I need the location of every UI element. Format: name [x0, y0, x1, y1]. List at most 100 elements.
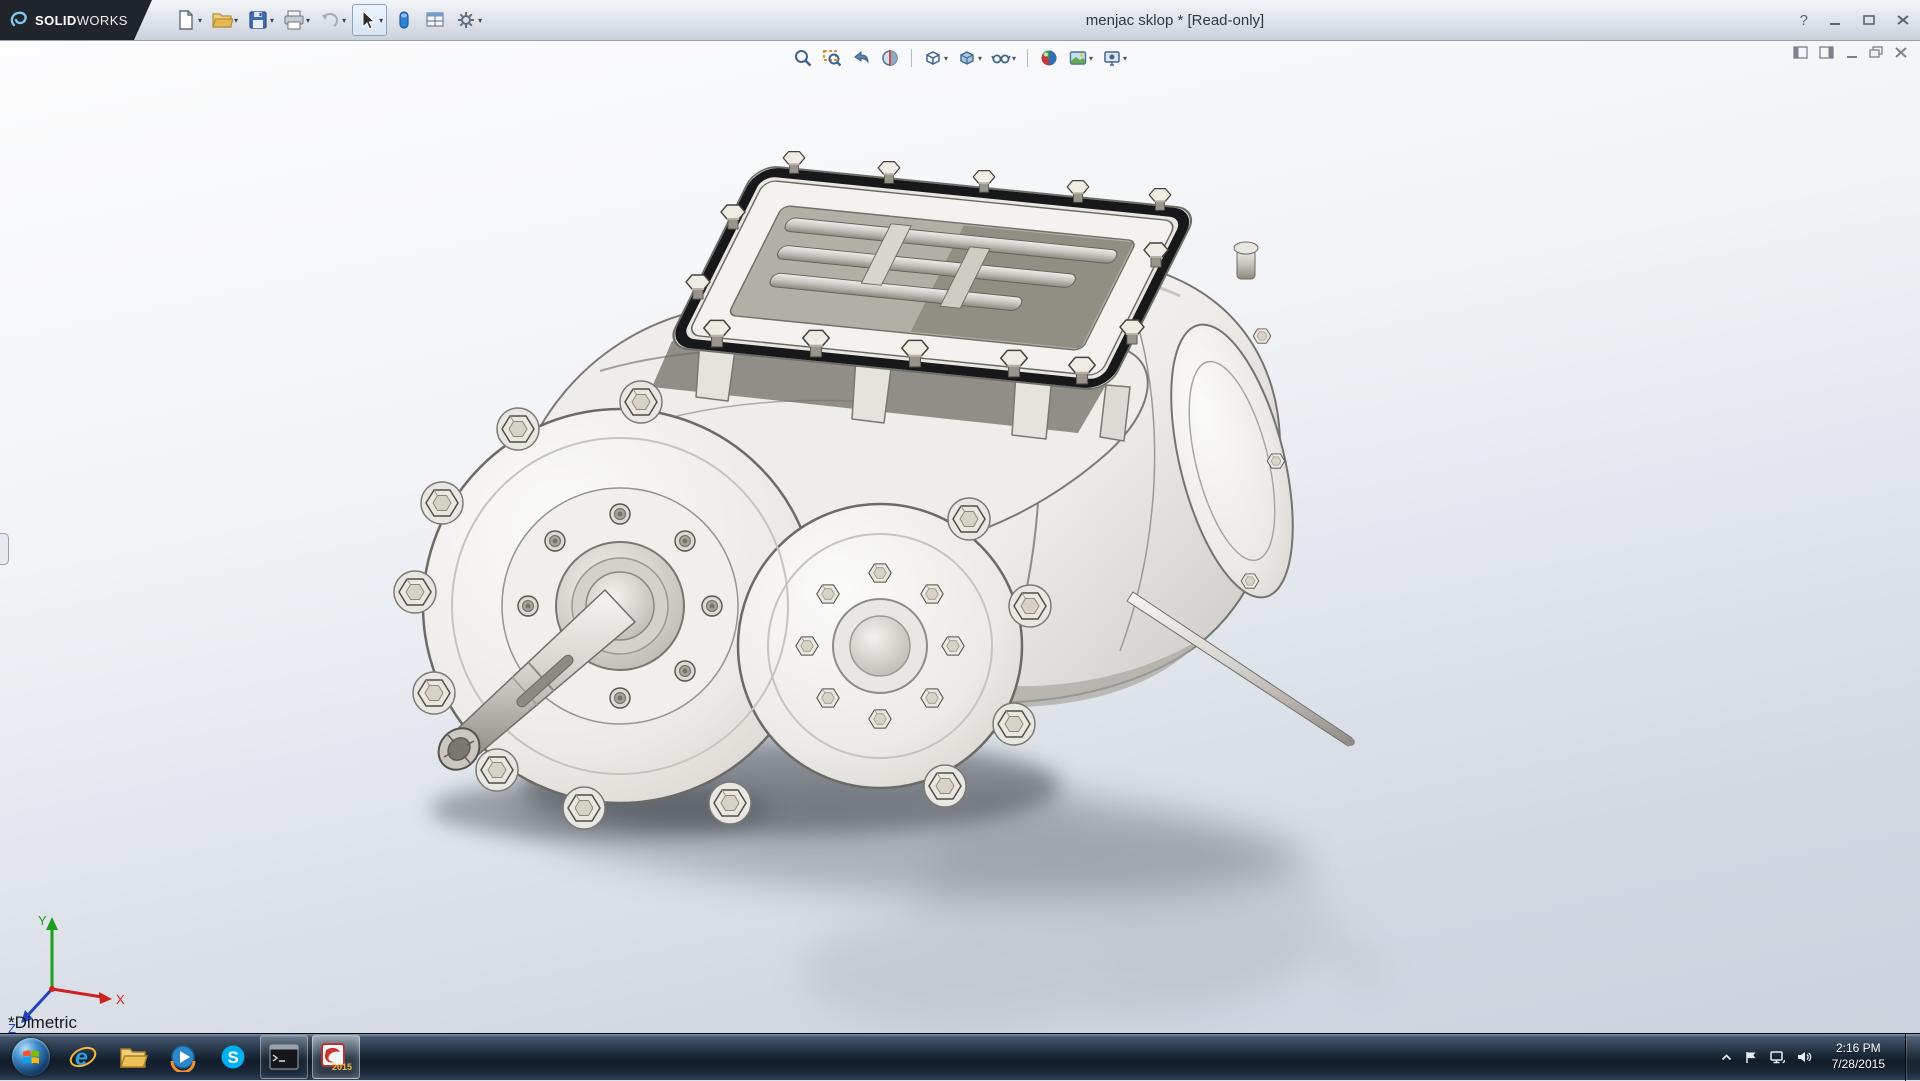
clock-time: 2:16 PM — [1836, 1041, 1881, 1055]
window-layout-button[interactable] — [421, 5, 449, 35]
standard-toolbar: ▾ ▾ ▾ ▾ ▾ — [172, 0, 485, 40]
speaker-icon — [1796, 1050, 1812, 1064]
print-button[interactable]: ▾ — [280, 5, 313, 35]
dropdown-caret-icon[interactable]: ▾ — [1012, 54, 1016, 63]
internet-explorer-icon: e — [68, 1042, 98, 1072]
display-style-icon — [957, 48, 977, 68]
dropdown-caret-icon[interactable]: ▾ — [306, 16, 310, 25]
open-folder-icon — [211, 9, 233, 31]
dropdown-caret-icon[interactable]: ▾ — [978, 54, 982, 63]
view-orientation-label: *Dimetric — [8, 1013, 77, 1033]
flag-icon — [1744, 1050, 1758, 1064]
taskbar-windows-explorer[interactable] — [110, 1036, 156, 1078]
xpress-pill-icon — [393, 9, 415, 31]
dropdown-caret-icon[interactable]: ▾ — [1123, 54, 1127, 63]
open-button[interactable]: ▾ — [208, 5, 241, 35]
taskbar-solidworks[interactable]: 2015 — [312, 1035, 360, 1079]
dropdown-caret-icon[interactable]: ▾ — [1089, 54, 1093, 63]
dropdown-caret-icon[interactable]: ▾ — [944, 54, 948, 63]
save-button[interactable]: ▾ — [244, 5, 277, 35]
undo-button[interactable]: ▾ — [316, 5, 349, 35]
dock-right-icon — [1819, 46, 1835, 59]
view-orientation-icon — [923, 48, 943, 68]
gearbox-model — [394, 152, 1355, 829]
action-center-button[interactable] — [1744, 1050, 1758, 1064]
window-grid-icon — [424, 9, 446, 31]
help-button[interactable]: ? — [1800, 12, 1808, 29]
minimize-document-button[interactable] — [1845, 46, 1859, 59]
show-hidden-icons-button[interactable] — [1720, 1052, 1733, 1063]
dropdown-caret-icon[interactable]: ▾ — [234, 16, 238, 25]
dropdown-caret-icon[interactable]: ▾ — [379, 16, 383, 25]
display-style-button[interactable]: ▾ — [955, 46, 984, 70]
select-arrow-icon — [356, 9, 378, 31]
triad-x-label: X — [116, 992, 125, 1007]
print-icon — [283, 9, 305, 31]
taskbar-command-prompt[interactable] — [260, 1035, 308, 1079]
minimize-button[interactable] — [1828, 14, 1842, 26]
view-settings-icon — [1102, 48, 1122, 68]
graphics-area: Y X Z — [0, 41, 1920, 1033]
dassault-mark-icon — [8, 9, 30, 31]
maximize-button[interactable] — [1862, 14, 1876, 26]
restore-document-button[interactable] — [1869, 46, 1884, 59]
titlebar: SOLIDWORKS ▾ ▾ ▾ — [0, 0, 1920, 41]
svg-text:S: S — [228, 1048, 239, 1067]
view-orientation-button[interactable]: ▾ — [921, 46, 950, 70]
heads-up-toolbar: ▾ ▾ ▾ — [791, 46, 1129, 70]
solidworks-logo: SOLIDWORKS — [0, 0, 152, 40]
zoom-to-area-button[interactable] — [820, 46, 844, 70]
options-button[interactable]: ▾ — [452, 5, 485, 35]
close-icon — [1896, 14, 1910, 26]
windows-taskbar: e S 2015 — [0, 1033, 1920, 1080]
view-settings-button[interactable]: ▾ — [1100, 46, 1129, 70]
hide-show-items-button[interactable]: ▾ — [989, 46, 1018, 70]
document-window-controls — [1793, 46, 1908, 59]
chevron-up-icon — [1720, 1052, 1733, 1063]
window-controls: ? — [1800, 0, 1910, 40]
dropdown-caret-icon[interactable]: ▾ — [270, 16, 274, 25]
minimize-icon — [1828, 14, 1842, 26]
save-floppy-icon — [247, 9, 269, 31]
model-canvas[interactable]: Y X Z — [0, 41, 1920, 1033]
brand-text: SOLIDWORKS — [35, 13, 128, 28]
taskbar-skype[interactable]: S — [210, 1036, 256, 1078]
solidworks-app-icon: 2015 — [320, 1042, 352, 1072]
close-button[interactable] — [1896, 14, 1910, 26]
taskbar-internet-explorer[interactable]: e — [60, 1036, 106, 1078]
section-view-icon — [880, 48, 900, 68]
show-desktop-button[interactable] — [1905, 1034, 1920, 1081]
new-document-button[interactable]: ▾ — [172, 5, 205, 35]
svg-text:2015: 2015 — [332, 1062, 352, 1072]
undo-icon — [319, 9, 341, 31]
options-gear-icon — [455, 9, 477, 31]
close-document-button[interactable] — [1894, 46, 1908, 59]
zoom-to-fit-button[interactable] — [791, 46, 815, 70]
triad-y-label: Y — [38, 913, 47, 928]
apply-scene-button[interactable]: ▾ — [1066, 46, 1095, 70]
zoom-to-fit-icon — [793, 48, 813, 68]
dock-right-button[interactable] — [1819, 46, 1835, 59]
network-status-button[interactable] — [1769, 1050, 1785, 1064]
dropdown-caret-icon[interactable]: ▾ — [198, 16, 202, 25]
volume-button[interactable] — [1796, 1050, 1812, 1064]
dock-left-button[interactable] — [1793, 46, 1809, 59]
taskbar-media-player[interactable] — [160, 1036, 206, 1078]
dropdown-caret-icon[interactable]: ▾ — [342, 16, 346, 25]
maximize-icon — [1862, 14, 1876, 26]
previous-view-button[interactable] — [849, 46, 873, 70]
section-view-button[interactable] — [878, 46, 902, 70]
xpress-products-button[interactable] — [390, 5, 418, 35]
edit-appearance-button[interactable] — [1037, 46, 1061, 70]
hud-separator — [911, 49, 912, 67]
window-title: menjac sklop * [Read-only] — [560, 0, 1790, 40]
edit-appearance-icon — [1039, 48, 1059, 68]
apply-scene-icon — [1068, 48, 1088, 68]
folder-icon — [118, 1042, 148, 1072]
start-button[interactable] — [12, 1038, 50, 1076]
media-player-icon — [168, 1042, 198, 1072]
dropdown-caret-icon[interactable]: ▾ — [478, 16, 482, 25]
taskbar-clock[interactable]: 2:16 PM 7/28/2015 — [1823, 1041, 1894, 1072]
featuremanager-flyout-handle[interactable] — [0, 533, 9, 565]
select-tool-button[interactable]: ▾ — [352, 4, 387, 36]
